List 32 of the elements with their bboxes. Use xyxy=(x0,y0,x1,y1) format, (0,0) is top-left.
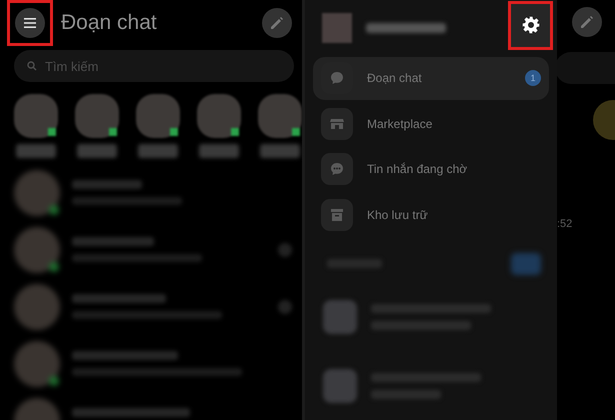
menu-button[interactable] xyxy=(15,8,45,38)
menu-icon xyxy=(24,18,36,28)
pencil-icon xyxy=(580,15,594,29)
unread-badge: 1 xyxy=(525,70,541,86)
blurred-avatar[interactable] xyxy=(197,94,241,138)
screen-title: Đoạn chat xyxy=(61,11,158,35)
chat-dots-icon xyxy=(329,161,345,178)
blurred-avatar[interactable] xyxy=(14,94,58,138)
settings-button[interactable] xyxy=(508,0,553,50)
blurred-name xyxy=(260,144,300,158)
pencil-icon xyxy=(270,16,284,30)
message-time: :52 xyxy=(557,218,572,230)
compose-button[interactable] xyxy=(572,7,602,37)
blurred-avatar[interactable] xyxy=(136,94,180,138)
blurred-name xyxy=(199,144,239,158)
settings-icon xyxy=(522,16,540,34)
blurred-app-icon xyxy=(323,368,357,403)
archive-box-icon xyxy=(329,206,345,223)
blurred-name xyxy=(77,144,117,158)
blurred-name xyxy=(72,180,142,189)
drawer-menu-item[interactable]: Marketplace xyxy=(313,102,549,146)
drawer-menu-item[interactable]: Kho lưu trữ xyxy=(313,193,549,237)
blurred-name xyxy=(138,144,178,158)
blurred-title xyxy=(371,390,441,399)
drawer-menu-item[interactable]: Đoạn chat 1 xyxy=(313,56,549,100)
compose-button[interactable] xyxy=(262,8,292,38)
chat-bubble-icon xyxy=(329,70,345,86)
blurred-app-icon xyxy=(323,300,357,334)
blurred-avatar[interactable] xyxy=(258,94,302,138)
blurred-avatar[interactable] xyxy=(75,94,119,138)
blurred-name xyxy=(16,144,56,158)
drawer-menu-item[interactable]: Tin nhắn đang chờ xyxy=(313,148,549,192)
